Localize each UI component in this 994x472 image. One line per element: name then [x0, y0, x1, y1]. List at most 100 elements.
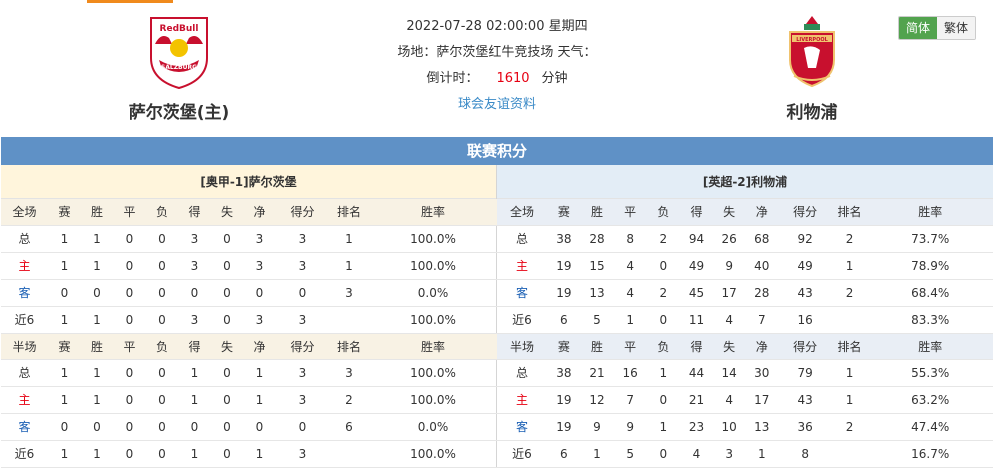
table-cell: 0.0% — [369, 413, 497, 441]
row-label: 总 — [1, 225, 48, 253]
table-cell — [831, 440, 868, 468]
table-cell: 0 — [211, 440, 243, 468]
table-cell: 1 — [178, 359, 211, 387]
table-cell: 3 — [276, 252, 329, 280]
countdown-value: 1610 — [496, 71, 530, 86]
column-header: 全场 — [497, 199, 547, 226]
table-cell: 1 — [647, 359, 680, 387]
column-header: 得 — [178, 199, 211, 226]
column-header: 胜 — [81, 199, 113, 226]
table-cell: 13 — [744, 413, 779, 441]
table-cell: 2 — [647, 225, 680, 253]
column-header: 净 — [243, 199, 276, 226]
table-cell: 0 — [146, 386, 178, 414]
row-label: 总 — [1, 359, 48, 387]
table-cell: 9 — [613, 413, 647, 441]
row-label: 客 — [1, 413, 48, 441]
table-row: 近6 6 5 1 0 11 4 7 16 83.3% — [497, 306, 993, 334]
friendly-data-link[interactable]: 球会友谊资料 — [320, 92, 674, 118]
table-cell: 0 — [276, 413, 329, 441]
table-cell: 0 — [113, 386, 146, 414]
table-cell: 0 — [113, 413, 146, 441]
table-header-row: 全场赛胜平负得失净得分 排名 胜率 — [1, 199, 497, 226]
table-cell: 1 — [81, 306, 113, 334]
table-row: 主 19 12 7 0 21 4 17 43 1 63.2% — [497, 386, 993, 414]
table-cell: 68.4% — [867, 279, 993, 307]
column-header: 净 — [744, 333, 779, 360]
table-cell: 3 — [243, 306, 276, 334]
column-header: 负 — [146, 199, 178, 226]
row-label: 近6 — [497, 440, 547, 468]
table-cell: 4 — [679, 440, 714, 468]
home-team-name: 萨尔茨堡(主) — [128, 103, 230, 123]
table-cell: 1 — [81, 359, 113, 387]
table-cell: 1 — [831, 386, 868, 414]
table-cell: 100.0% — [369, 306, 497, 334]
table-cell: 11 — [679, 306, 714, 334]
table-cell: 6 — [547, 306, 581, 334]
table-cell: 8 — [778, 440, 832, 468]
table-cell: 92 — [778, 225, 832, 253]
column-header: 净 — [243, 333, 276, 360]
table-cell: 1 — [48, 440, 81, 468]
table-cell: 1 — [243, 386, 276, 414]
table-cell: 1 — [48, 306, 81, 334]
table-cell: 3 — [276, 225, 329, 253]
table-cell: 1 — [329, 225, 369, 253]
column-header: 赛 — [48, 333, 81, 360]
simplified-chinese-button[interactable]: 简体 — [899, 17, 937, 39]
table-cell: 28 — [744, 279, 779, 307]
table-cell: 3 — [276, 440, 329, 468]
column-header: 得分 — [276, 333, 329, 360]
table-cell: 6 — [329, 413, 369, 441]
table-cell: 7 — [613, 386, 647, 414]
table-cell: 0 — [48, 413, 81, 441]
column-header: 得分 — [778, 333, 832, 360]
table-row: 近6 1 1 0 0 1 0 1 3 100.0% — [1, 440, 497, 468]
table-cell: 1 — [243, 440, 276, 468]
away-team-name: 利物浦 — [786, 103, 838, 123]
table-cell: 4 — [613, 279, 647, 307]
table-cell: 5 — [580, 306, 614, 334]
table-cell: 0 — [211, 413, 243, 441]
table-cell: 3 — [329, 279, 369, 307]
row-label: 总 — [497, 225, 547, 253]
table-cell: 100.0% — [369, 440, 497, 468]
column-header: 失 — [713, 333, 745, 360]
table-cell: 1 — [744, 440, 779, 468]
table-cell: 4 — [613, 252, 647, 280]
table-cell: 0 — [146, 252, 178, 280]
table-cell: 38 — [547, 225, 581, 253]
column-header: 得 — [679, 199, 714, 226]
table-cell: 16.7% — [867, 440, 993, 468]
table-cell: 0 — [113, 440, 146, 468]
column-header: 胜率 — [369, 333, 497, 360]
svg-text:RedBull: RedBull — [160, 24, 199, 34]
table-cell: 9 — [713, 252, 745, 280]
table-cell: 0 — [211, 386, 243, 414]
table-cell: 0 — [48, 279, 81, 307]
table-cell: 1 — [831, 252, 868, 280]
column-header: 胜 — [81, 333, 113, 360]
table-cell: 1 — [81, 252, 113, 280]
table-cell: 1 — [81, 225, 113, 253]
table-row: 客 19 13 4 2 45 17 28 43 2 68.4% — [497, 279, 993, 307]
column-header: 平 — [613, 199, 647, 226]
away-standings-table: 全场赛胜平负得失净得分 排名 胜率总 38 28 8 2 94 26 68 92 2 73.7% 主 19 1… — [497, 199, 993, 468]
table-row: 客 19 9 9 1 23 10 13 36 2 47.4% — [497, 413, 993, 441]
table-row: 总 1 1 0 0 1 0 1 3 3 100.0% — [1, 359, 497, 387]
column-header: 赛 — [547, 333, 581, 360]
table-cell: 0 — [647, 386, 680, 414]
table-cell: 17 — [713, 279, 745, 307]
table-cell: 17 — [744, 386, 779, 414]
table-cell: 2 — [831, 413, 868, 441]
svg-text:SALZBURG: SALZBURG — [161, 64, 197, 71]
table-cell: 0 — [146, 279, 178, 307]
column-header: 胜率 — [867, 333, 993, 360]
row-label: 客 — [497, 413, 547, 441]
column-header: 排名 — [831, 333, 868, 360]
column-header: 胜率 — [867, 199, 993, 226]
standings-title: 联赛积分 — [1, 137, 993, 165]
traditional-chinese-button[interactable]: 繁体 — [937, 17, 975, 39]
table-cell: 100.0% — [369, 359, 497, 387]
